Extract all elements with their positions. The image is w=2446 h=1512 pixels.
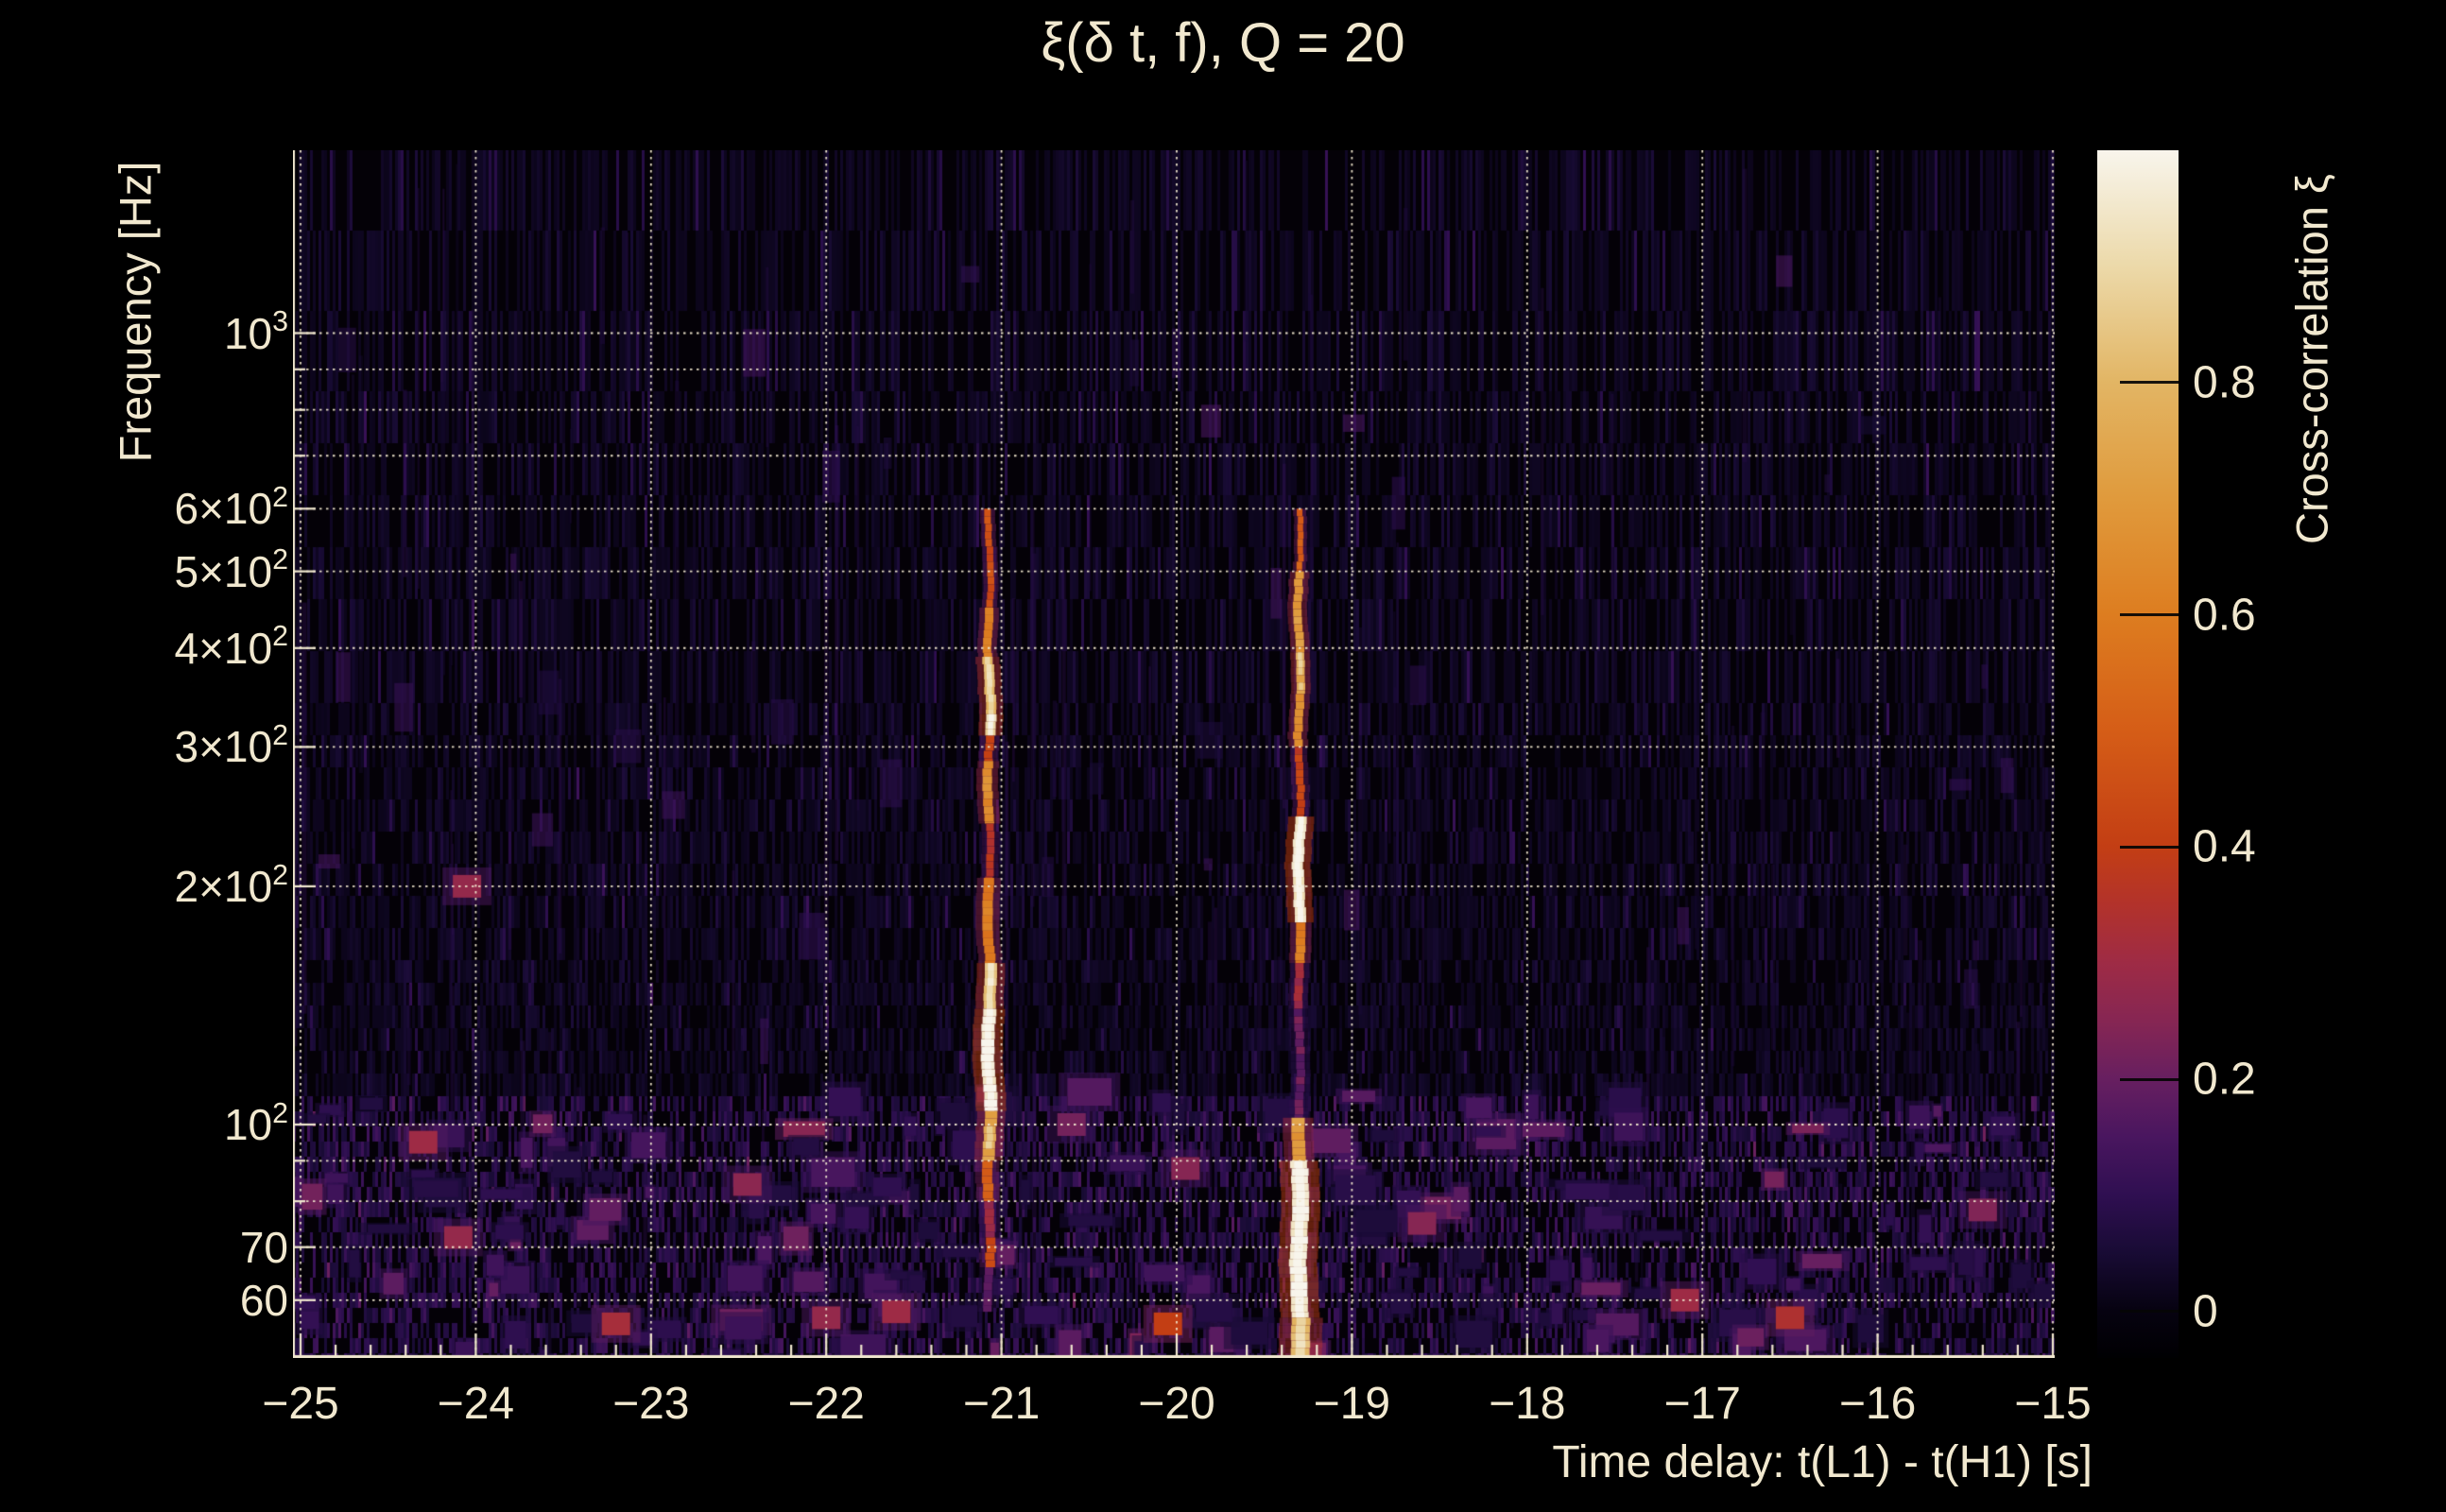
colorbar-tick-label: 0.8 bbox=[2193, 357, 2256, 408]
colorbar-tick-label: 0 bbox=[2193, 1286, 2218, 1337]
y-tick-label: 103 bbox=[223, 306, 288, 358]
x-tick-label: −24 bbox=[437, 1379, 515, 1429]
y-tick-label: 70 bbox=[239, 1222, 288, 1272]
y-tick-label: 102 bbox=[223, 1097, 288, 1149]
x-tick-label: −23 bbox=[612, 1379, 690, 1429]
x-axis-title: Time delay: t(L1) - t(H1) [s] bbox=[1552, 1437, 2093, 1487]
x-tick-label: −25 bbox=[262, 1379, 339, 1429]
x-tick-label: −19 bbox=[1313, 1379, 1391, 1429]
colorbar-tick-mark bbox=[2120, 1077, 2179, 1081]
colorbar-tick-mark bbox=[2120, 613, 2179, 617]
chart-title: ξ(δ t, f), Q = 20 bbox=[1041, 12, 1405, 74]
y-tick-label: 2×102 bbox=[174, 859, 288, 911]
x-tick-label: −21 bbox=[962, 1379, 1041, 1429]
y-tick-label: 3×102 bbox=[174, 720, 288, 772]
y-tick-label: 6×102 bbox=[174, 481, 288, 534]
colorbar-title: Cross-correlation ξ bbox=[2286, 174, 2337, 544]
x-tick-label: −20 bbox=[1138, 1379, 1215, 1429]
x-tick-label: −17 bbox=[1663, 1379, 1741, 1429]
x-tick-label: −15 bbox=[2014, 1379, 2092, 1429]
cross-correlation-figure: ξ(δ t, f), Q = 20 Frequency [Hz] Time de… bbox=[0, 0, 2446, 1512]
y-tick-label: 60 bbox=[239, 1275, 288, 1325]
heatmap-canvas bbox=[293, 150, 2055, 1358]
x-tick-label: −22 bbox=[787, 1379, 865, 1429]
colorbar-tick-mark bbox=[2120, 381, 2179, 385]
y-tick-label: 4×102 bbox=[174, 621, 288, 673]
colorbar-tick-label: 0.2 bbox=[2193, 1054, 2256, 1105]
colorbar-tick-label: 0.4 bbox=[2193, 821, 2256, 872]
x-tick-label: −18 bbox=[1489, 1379, 1566, 1429]
colorbar-tick-mark bbox=[2120, 845, 2179, 849]
y-tick-label: 5×102 bbox=[174, 544, 288, 596]
colorbar-tick-label: 0.6 bbox=[2193, 590, 2256, 641]
x-tick-label: −16 bbox=[1838, 1379, 1917, 1429]
colorbar-tick-mark bbox=[2120, 1310, 2179, 1314]
colorbar-gradient bbox=[2097, 150, 2179, 1358]
